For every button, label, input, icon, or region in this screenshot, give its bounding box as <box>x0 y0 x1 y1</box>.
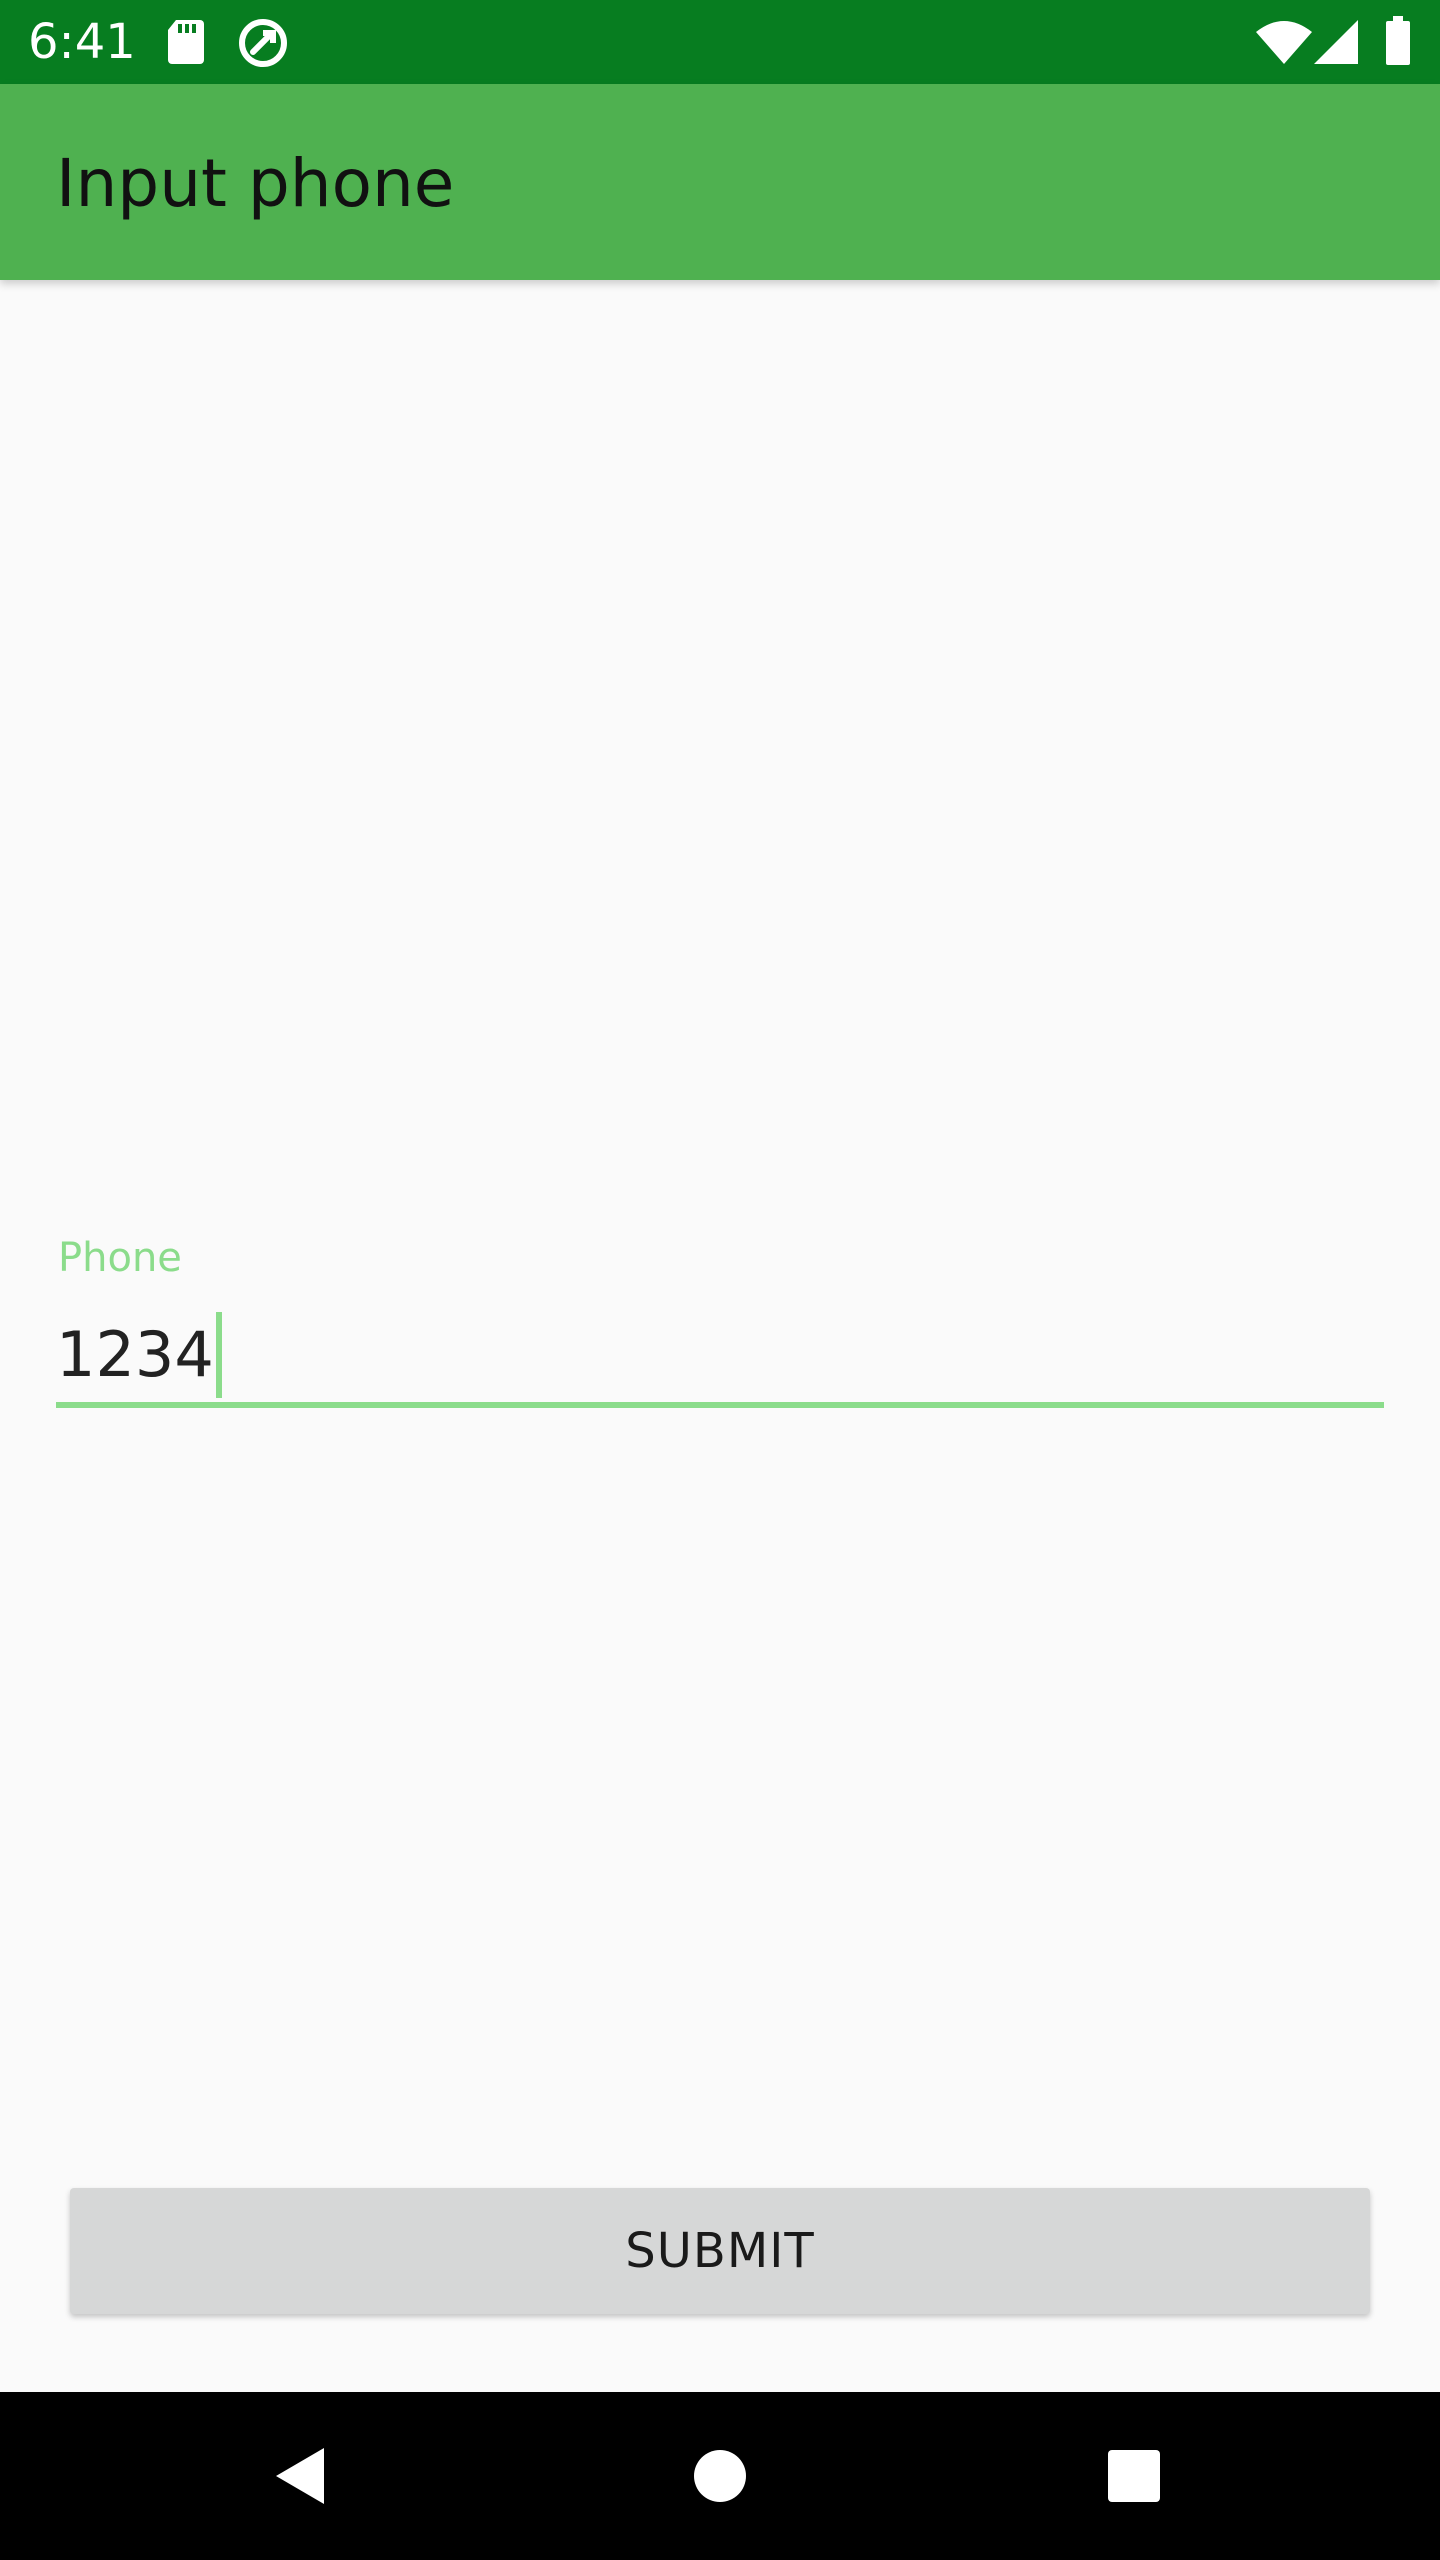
status-bar: 6:41 <box>0 0 1440 84</box>
battery-icon <box>1386 16 1410 65</box>
app-bar: Input phone <box>0 84 1440 280</box>
cellular-signal-icon <box>1314 20 1358 64</box>
text-cursor <box>215 1312 222 1398</box>
sd-card-icon <box>168 20 204 64</box>
phone-field[interactable]: Phone 1234 <box>56 1234 1384 1414</box>
phone-input[interactable]: 1234 <box>56 1310 222 1400</box>
home-button[interactable] <box>670 2426 770 2526</box>
status-time: 6:41 <box>28 14 136 70</box>
submit-button[interactable]: SUBMIT <box>70 2188 1370 2314</box>
back-icon <box>276 2448 324 2504</box>
back-button[interactable] <box>250 2426 350 2526</box>
recents-icon <box>1108 2450 1160 2502</box>
phone-field-underline <box>56 1402 1384 1408</box>
recents-button[interactable] <box>1084 2426 1184 2526</box>
home-icon <box>694 2450 746 2502</box>
page-title: Input phone <box>56 145 455 222</box>
wifi-icon <box>1256 21 1312 64</box>
submit-button-label: SUBMIT <box>625 2223 815 2279</box>
phone-input-value: 1234 <box>56 1318 214 1391</box>
data-saver-icon <box>239 19 287 67</box>
navigation-bar <box>0 2392 1440 2560</box>
phone-field-label: Phone <box>58 1235 182 1281</box>
